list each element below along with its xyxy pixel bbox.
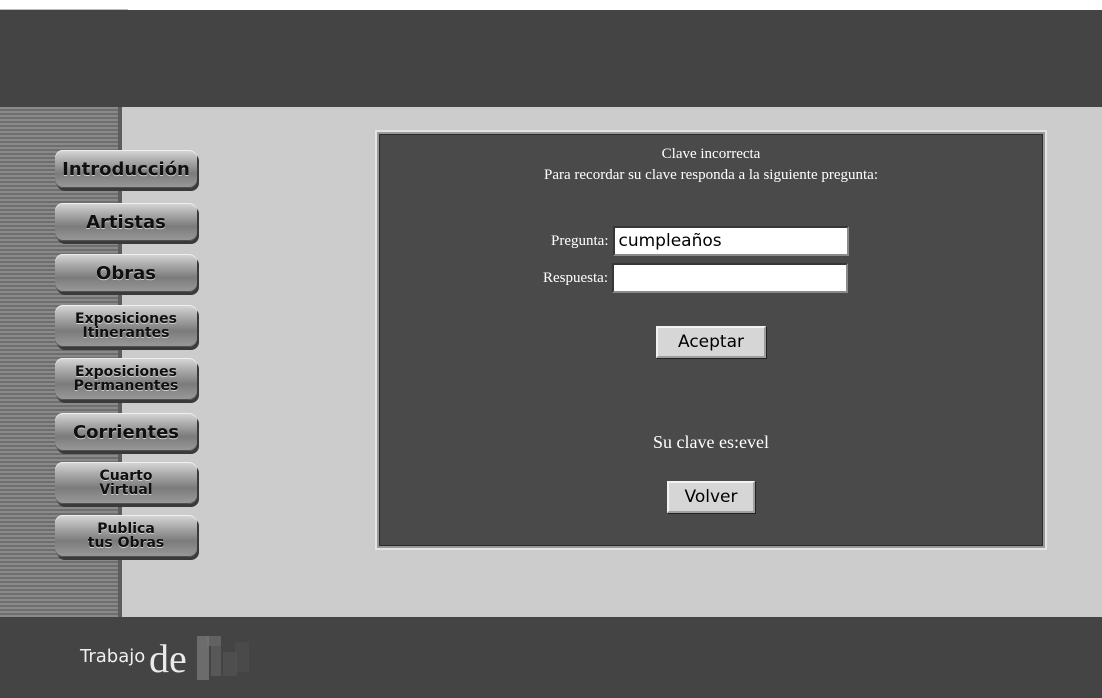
- sidebar-item-cuarto-virtual[interactable]: Cuarto Virtual: [55, 462, 197, 504]
- dega-logo-mark: de: [149, 636, 250, 680]
- question-row: Pregunta: cumpleaños: [551, 226, 849, 256]
- sidebar-item-exposiciones-permanentes[interactable]: Exposiciones Permanentes: [55, 358, 197, 400]
- question-field[interactable]: cumpleaños: [612, 226, 849, 256]
- header-bar: [0, 10, 1102, 107]
- logo-mark-text: de: [149, 636, 187, 680]
- answer-field[interactable]: [612, 263, 848, 293]
- top-strip: [0, 0, 1102, 10]
- sidebar-item-publica-tus-obras[interactable]: Publica tus Obras: [55, 515, 197, 557]
- instruction-text: Para recordar su clave responda a la sig…: [543, 167, 879, 183]
- sidebar-item-obras[interactable]: Obras: [55, 254, 197, 292]
- footer-logo: Trabajo de: [80, 632, 259, 680]
- accept-button[interactable]: Aceptar: [656, 326, 766, 358]
- result-text: Su clave es:evel: [653, 432, 769, 452]
- password-recovery-panel: Clave incorrecta Para recordar su clave …: [375, 130, 1047, 550]
- sidebar-item-corrientes[interactable]: Corrientes: [55, 413, 197, 451]
- question-label: Pregunta:: [551, 232, 609, 249]
- sidebar-item-artistas[interactable]: Artistas: [55, 203, 197, 241]
- answer-row: Respuesta:: [543, 263, 848, 293]
- back-button[interactable]: Volver: [667, 481, 755, 513]
- error-title: Clave incorrecta: [661, 146, 761, 162]
- answer-label: Respuesta:: [543, 269, 608, 286]
- sidebar-item-introduccion[interactable]: Introducción: [55, 150, 197, 188]
- sidebar-item-exposiciones-itinerantes[interactable]: Exposiciones Itinerantes: [55, 305, 197, 347]
- logo-text: Trabajo: [80, 645, 146, 667]
